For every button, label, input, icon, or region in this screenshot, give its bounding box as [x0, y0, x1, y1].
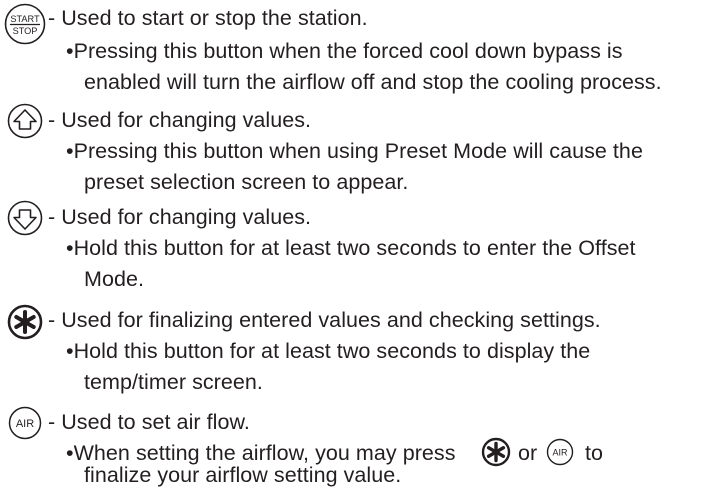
svg-text:AIR: AIR: [16, 418, 34, 430]
air-note-after: to: [585, 441, 604, 465]
air-icon: AIR: [546, 438, 574, 471]
up-arrow-description: - Used for changing values.: [48, 108, 312, 132]
up-arrow-icon: [7, 103, 43, 139]
asterisk-description: - Used for finalizing entered values and…: [48, 308, 601, 332]
svg-text:AIR: AIR: [552, 448, 568, 458]
air-note-line-2: finalize your airflow setting value.: [84, 463, 402, 487]
svg-text:START: START: [10, 14, 40, 24]
down-arrow-icon: [7, 200, 43, 236]
up-arrow-note-line-1: •Pressing this button when using Preset …: [66, 139, 643, 163]
asterisk-note-line-2: temp/timer screen.: [84, 370, 263, 394]
asterisk-icon: [481, 437, 511, 472]
down-arrow-note-line-2: Mode.: [84, 267, 145, 291]
down-arrow-note-line-1: •Hold this button for at least two secon…: [66, 236, 636, 260]
air-note-between: or: [518, 441, 538, 465]
asterisk-note-line-1: •Hold this button for at least two secon…: [66, 339, 591, 363]
air-description: - Used to set air flow.: [48, 410, 250, 434]
air-icon: AIR: [8, 406, 42, 440]
asterisk-icon: [7, 304, 43, 340]
button-reference-page: START STOP - Used to start or stop the s…: [0, 0, 721, 489]
start-stop-note-line-2: enabled will turn the airflow off and st…: [84, 70, 662, 94]
start-stop-icon: START STOP: [3, 2, 47, 46]
start-stop-note-line-1: •Pressing this button when the forced co…: [66, 39, 623, 63]
up-arrow-note-line-2: preset selection screen to appear.: [84, 170, 409, 194]
start-stop-description: - Used to start or stop the station.: [48, 6, 368, 30]
svg-text:STOP: STOP: [13, 26, 38, 36]
down-arrow-description: - Used for changing values.: [48, 205, 312, 229]
